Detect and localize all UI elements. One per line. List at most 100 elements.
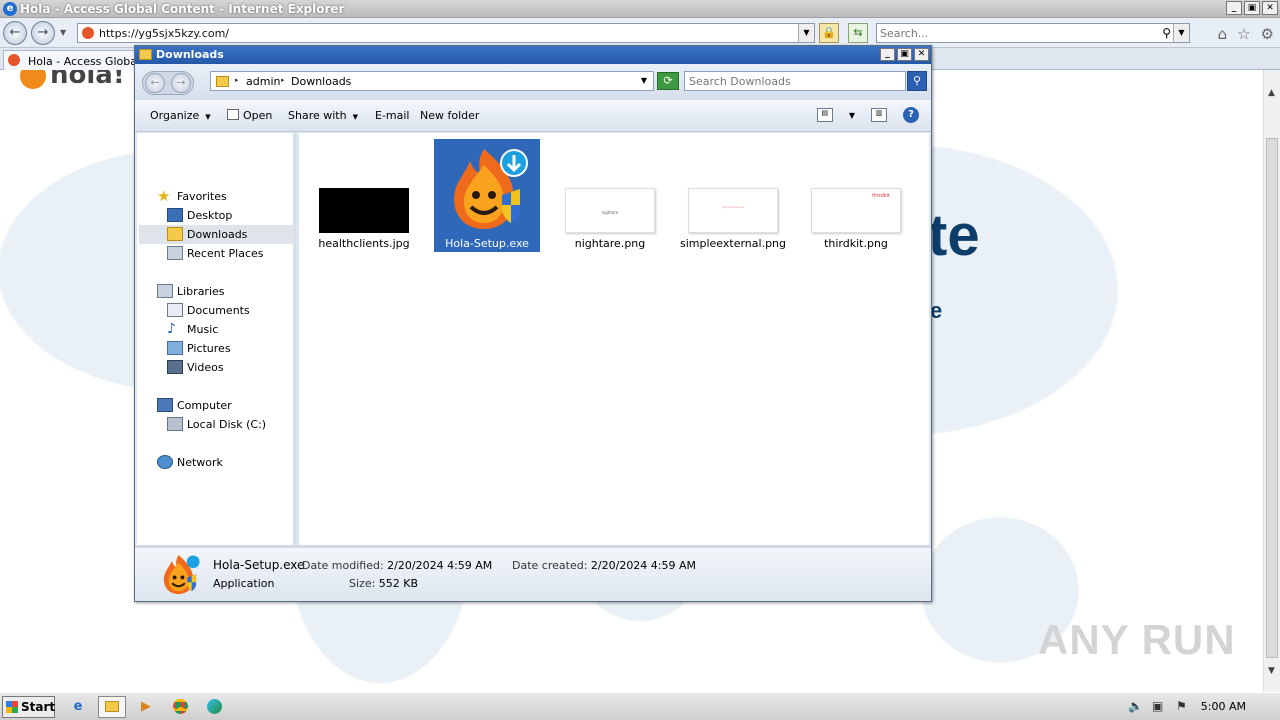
scroll-up-icon[interactable]: ▲ xyxy=(1268,88,1275,98)
hola-app-icon xyxy=(444,143,530,233)
scroll-down-icon[interactable]: ▼ xyxy=(1268,666,1275,676)
preview-pane-icon[interactable]: ▥ xyxy=(871,108,887,122)
nav-item-documents[interactable]: Documents xyxy=(167,303,297,319)
image-thumbnail: simpleexternal xyxy=(688,188,778,233)
media-player-taskbar-icon[interactable]: ▶ xyxy=(132,696,160,718)
restore-button[interactable]: ▣ xyxy=(1244,1,1260,15)
file-name: healthclients.jpg xyxy=(318,237,410,250)
nav-item-computer[interactable]: Computer xyxy=(157,398,297,414)
email-button[interactable]: E-mail xyxy=(375,109,410,122)
chevron-right-icon[interactable]: ▸ xyxy=(235,76,239,84)
explorer-search-input[interactable] xyxy=(689,74,889,89)
explorer-minimize-button[interactable]: _ xyxy=(880,48,895,61)
taskbar: Start e ▶ 🔈 ▣ ⚑ 5:00 AM xyxy=(0,692,1280,720)
back-button[interactable]: ← xyxy=(3,21,27,45)
forward-button[interactable]: → xyxy=(31,21,55,45)
organize-button[interactable]: Organize ▼ xyxy=(150,109,211,122)
refresh-icon[interactable]: ⟳ xyxy=(657,72,679,90)
internet-explorer-taskbar-icon[interactable]: e xyxy=(64,696,92,718)
minimize-button[interactable]: _ xyxy=(1226,1,1242,15)
compatibility-refresh-icon[interactable]: ⇆ xyxy=(848,23,868,43)
hero-heading: te xyxy=(928,203,980,268)
file-item[interactable]: nightare nightare.png xyxy=(557,139,663,253)
browser-search-box[interactable]: ⚲ ▼ xyxy=(876,23,1190,43)
nav-item-libraries[interactable]: Libraries xyxy=(157,284,297,300)
action-center-flag-icon[interactable]: ⚑ xyxy=(1176,699,1187,713)
nav-item-local-disk[interactable]: Local Disk (C:) xyxy=(167,417,297,433)
hola-app-icon xyxy=(159,552,201,596)
tools-gear-icon[interactable]: ⚙ xyxy=(1261,25,1274,43)
breadcrumb[interactable]: ▸ admin ▸ Downloads ▼ xyxy=(210,71,654,91)
file-item[interactable]: simpleexternal simpleexternal.png xyxy=(680,139,786,253)
explorer-close-button[interactable]: ✕ xyxy=(914,48,929,61)
file-name: thirdkit.png xyxy=(824,237,888,250)
recent-places-icon xyxy=(167,246,183,260)
downloads-folder-icon xyxy=(167,227,183,241)
explorer-maximize-button[interactable]: ▣ xyxy=(897,48,912,61)
folder-icon xyxy=(139,49,152,60)
chevron-down-icon[interactable]: ▼ xyxy=(849,111,855,120)
nav-item-favorites[interactable]: ★ Favorites xyxy=(157,189,297,205)
hola-logo[interactable]: hola! xyxy=(20,70,125,90)
share-with-button[interactable]: Share with ▼ xyxy=(288,109,358,122)
image-thumbnail: thirdkit xyxy=(811,188,901,233)
nav-item-desktop[interactable]: Desktop xyxy=(167,208,297,224)
chrome-taskbar-icon[interactable] xyxy=(166,696,194,718)
lock-icon[interactable]: 🔒 xyxy=(819,23,839,43)
nav-item-recent-places[interactable]: Recent Places xyxy=(167,246,297,262)
details-date-modified: Date modified: 2/20/2024 4:59 AM xyxy=(302,559,493,572)
open-button[interactable]: Open xyxy=(227,109,272,122)
command-bar: Organize ▼ Open Share with ▼ E-mail New fo… xyxy=(135,100,931,132)
network-tray-icon[interactable]: ▣ xyxy=(1152,699,1163,713)
close-button[interactable]: ✕ xyxy=(1262,1,1278,15)
file-item[interactable]: thirdkit thirdkit.png xyxy=(803,139,909,253)
folder-icon xyxy=(216,76,229,87)
documents-icon xyxy=(167,303,183,317)
edge-taskbar-icon[interactable] xyxy=(200,696,228,718)
nav-item-music[interactable]: ♪ Music xyxy=(167,322,297,338)
clock[interactable]: 5:00 AM xyxy=(1201,700,1246,713)
change-view-icon[interactable]: ▤ xyxy=(816,108,833,122)
nav-item-pictures[interactable]: Pictures xyxy=(167,341,297,357)
nav-item-downloads[interactable]: Downloads xyxy=(139,225,294,244)
network-icon xyxy=(157,455,173,469)
nav-item-videos[interactable]: Videos xyxy=(167,360,297,376)
explorer-window: Downloads _ ▣ ✕ ← → ▸ admin ▸ Downloads … xyxy=(134,45,932,602)
browser-tab[interactable]: Hola - Access Global C xyxy=(3,50,138,70)
help-icon[interactable]: ? xyxy=(903,107,919,123)
start-button[interactable]: Start xyxy=(2,696,55,718)
nav-item-network[interactable]: Network xyxy=(157,455,297,471)
breadcrumb-item-admin[interactable]: admin xyxy=(246,75,280,88)
new-folder-button[interactable]: New folder xyxy=(420,109,479,122)
internet-explorer-icon: e xyxy=(3,2,17,16)
chevron-right-icon[interactable]: ▸ xyxy=(281,76,285,84)
navigation-pane: ★ Favorites Desktop Downloads Recent Pla… xyxy=(137,133,296,545)
address-dropdown-icon[interactable]: ▼ xyxy=(798,24,814,42)
volume-icon[interactable]: 🔈 xyxy=(1128,699,1143,713)
search-icon[interactable]: ⚲ xyxy=(1162,26,1171,40)
explorer-forward-button[interactable]: → xyxy=(171,73,191,93)
explorer-back-button[interactable]: ← xyxy=(145,73,165,93)
explorer-search-box[interactable]: ⚲ xyxy=(684,71,927,91)
favorites-star-icon[interactable]: ☆ xyxy=(1237,25,1250,43)
scrollbar-thumb[interactable] xyxy=(1266,138,1278,658)
file-item[interactable]: healthclients.jpg xyxy=(311,139,417,253)
browser-search-input[interactable] xyxy=(880,26,1150,41)
address-url[interactable]: https://yg5sjx5kzy.com/ xyxy=(99,27,229,40)
recent-pages-dropdown-icon[interactable]: ▼ xyxy=(60,28,66,37)
browser-nav-bar: ← → ▼ https://yg5sjx5kzy.com/ ▼ 🔒 ⇆ ⚲ ▼ … xyxy=(0,18,1280,48)
page-scrollbar[interactable]: ▲ ▼ xyxy=(1263,70,1280,692)
details-file-type: Application xyxy=(213,577,275,590)
breadcrumb-item-downloads[interactable]: Downloads xyxy=(291,75,351,88)
file-item-selected[interactable]: Hola-Setup.exe xyxy=(434,139,540,252)
search-icon[interactable]: ⚲ xyxy=(907,71,927,91)
system-tray: 🔈 ▣ ⚑ 5:00 AM xyxy=(1120,693,1280,720)
home-icon[interactable]: ⌂ xyxy=(1218,25,1228,43)
details-date-created: Date created: 2/20/2024 4:59 AM xyxy=(512,559,697,572)
explorer-taskbar-icon[interactable] xyxy=(98,696,126,718)
search-dropdown-icon[interactable]: ▼ xyxy=(1173,24,1189,42)
file-name: Hola-Setup.exe xyxy=(445,237,529,250)
anyrun-watermark: ANY RUN xyxy=(1038,616,1236,663)
chevron-down-icon[interactable]: ▼ xyxy=(641,76,647,85)
address-bar[interactable]: https://yg5sjx5kzy.com/ ▼ xyxy=(77,23,815,43)
